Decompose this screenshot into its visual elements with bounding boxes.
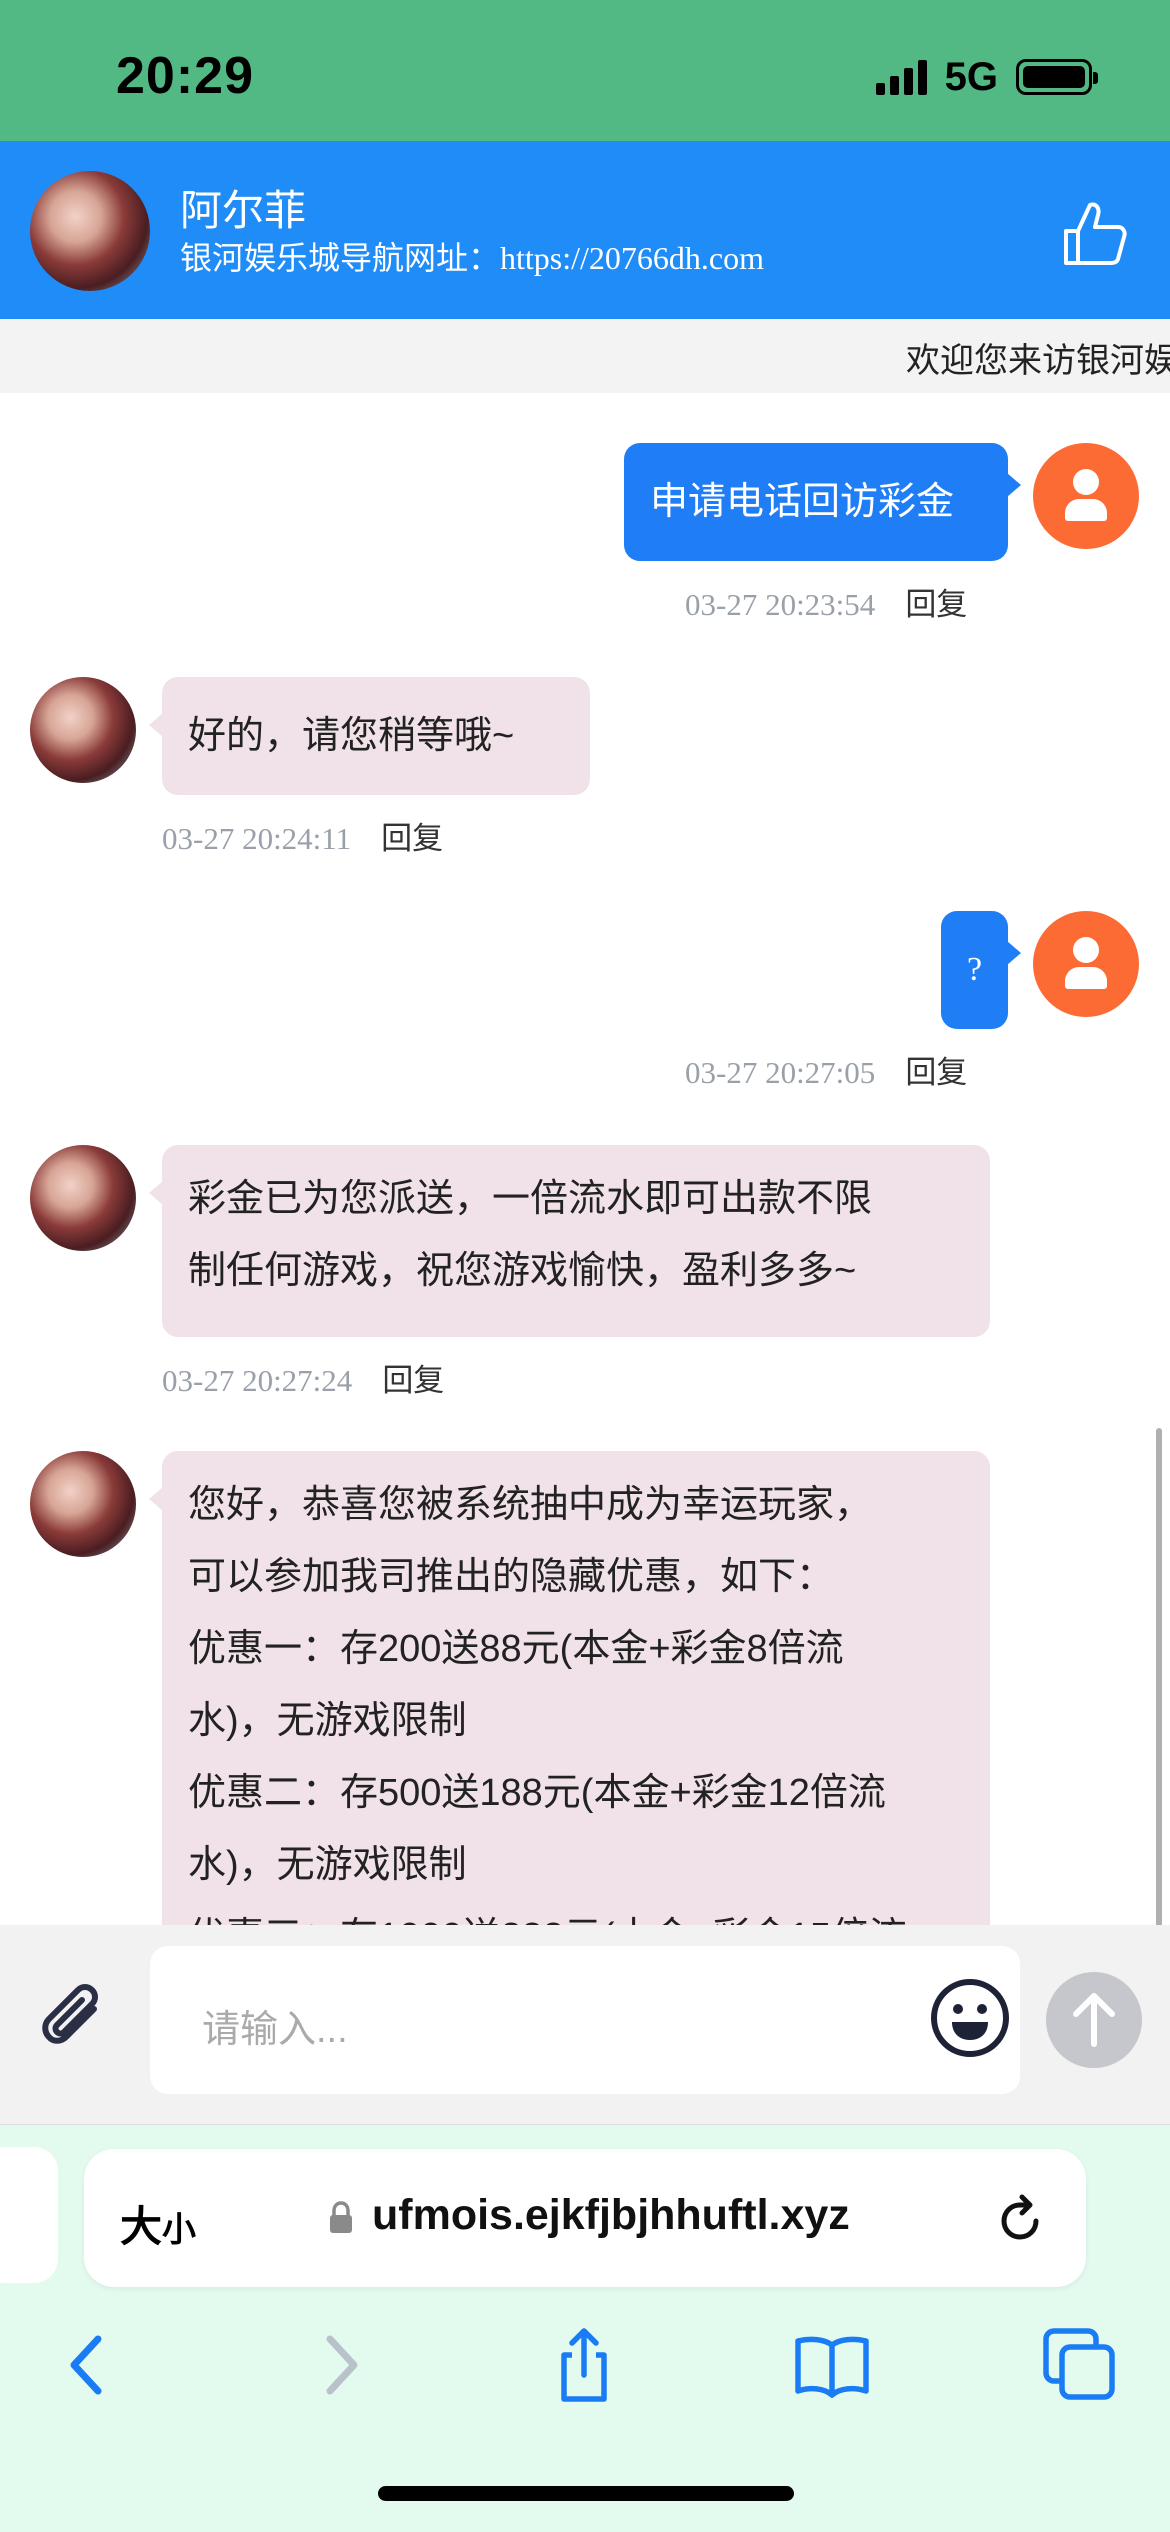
message-meta: 03-27 20:24:11 回复 (162, 813, 443, 858)
book-icon[interactable] (792, 2325, 872, 2405)
user-avatar (1033, 911, 1139, 1017)
reply-link[interactable]: 回复 (905, 1055, 967, 1090)
battery-icon (1016, 59, 1098, 95)
agent-avatar[interactable] (30, 171, 150, 291)
marquee-notice: 欢迎您来访银河娱 (0, 319, 1170, 393)
message-bubble-incoming[interactable]: 您好，恭喜您被系统抽中成为幸运玩家， 可以参加我司推出的隐藏优惠，如下： 优惠一… (149, 1451, 990, 1925)
browser-toolbar: 大小 ufmois.ejkfjbjhhuftl.xyz (0, 2125, 1170, 2532)
tabs-icon[interactable] (1040, 2325, 1120, 2405)
text-size-small: 小 (162, 2211, 197, 2249)
message-line: 可以参加我司推出的隐藏优惠，如下： (188, 1556, 835, 1598)
subtitle-label: 银河娱乐城导航网址： (180, 240, 501, 276)
message-time: 03-27 20:23:54 (685, 587, 876, 622)
network-type: 5G (944, 54, 998, 99)
message-meta: 03-27 20:27:05 回复 (685, 1047, 967, 1092)
message-line: 您好，恭喜您被系统抽中成为幸运玩家， (188, 1484, 873, 1526)
message-input-bar: 请输入... (0, 1925, 1170, 2125)
reply-link[interactable]: 回复 (382, 1363, 444, 1398)
message-line: 优惠二：存500送188元(本金+彩金12倍流 (188, 1772, 886, 1814)
text-size-large: 大 (120, 2203, 163, 2250)
message-time: 03-27 20:27:24 (162, 1363, 353, 1398)
message-meta: 03-27 20:27:24 回复 (162, 1355, 444, 1400)
status-bar: 20:29 5G (0, 0, 1170, 141)
lock-icon (330, 2201, 352, 2233)
chat-header: 阿尔菲 银河娱乐城导航网址：https://20766dh.com (0, 141, 1170, 319)
user-avatar (1033, 443, 1139, 549)
reply-link[interactable]: 回复 (381, 821, 443, 856)
thumbs-up-icon[interactable] (1062, 199, 1128, 269)
chat-area[interactable]: 申请电话回访彩金 03-27 20:23:54 回复 好的，请您稍等哦~ 03-2… (0, 393, 1170, 1925)
message-bubble-outgoing[interactable]: 申请电话回访彩金 (624, 443, 1021, 561)
input-placeholder: 请输入... (202, 2009, 348, 2051)
header-subtitle: 银河娱乐城导航网址：https://20766dh.com (180, 233, 764, 279)
share-icon[interactable] (544, 2325, 624, 2405)
previous-tab-peek[interactable] (0, 2147, 58, 2283)
message-line: 彩金已为您派送，一倍流水即可出款不限 (188, 1178, 873, 1220)
message-bubble-outgoing[interactable]: ? (941, 911, 1021, 1029)
message-line: 制任何游戏，祝您游戏愉快，盈利多多~ (188, 1250, 857, 1292)
message-text: 好的，请您稍等哦~ (188, 715, 515, 757)
message-bubble-incoming[interactable]: 彩金已为您派送，一倍流水即可出款不限 制任何游戏，祝您游戏愉快，盈利多多~ (149, 1145, 990, 1337)
agent-avatar (30, 1451, 136, 1557)
smiley-icon[interactable] (928, 1976, 1012, 2060)
paperclip-icon[interactable] (32, 1979, 118, 2065)
marquee-text: 欢迎您来访银河娱 (906, 342, 1170, 380)
signal-icon (875, 59, 927, 95)
message-line: 水)，无游戏限制 (188, 1844, 467, 1886)
send-button[interactable] (1046, 1972, 1142, 2068)
message-line: 优惠三：存1000送288元(本金+彩金15倍流 (188, 1901, 964, 1925)
message-bubble-incoming[interactable]: 好的，请您稍等哦~ (149, 677, 590, 795)
agent-name: 阿尔菲 (180, 187, 307, 234)
subtitle-url[interactable]: https://20766dh.com (500, 240, 764, 276)
text-size-button[interactable]: 大小 (120, 2193, 196, 2254)
message-line: 优惠一：存200送88元(本金+彩金8倍流 (188, 1628, 844, 1670)
agent-avatar (30, 1145, 136, 1251)
chat-scrollbar[interactable] (1156, 1428, 1162, 1925)
status-time: 20:29 (116, 47, 254, 105)
address-bar[interactable]: 大小 ufmois.ejkfjbjhhuftl.xyz (84, 2149, 1086, 2287)
home-indicator[interactable] (378, 2486, 794, 2501)
message-line: 水)，无游戏限制 (188, 1700, 467, 1742)
message-text: 申请电话回访彩金 (650, 481, 955, 523)
browser-nav (0, 2325, 1170, 2425)
message-input[interactable]: 请输入... (150, 1946, 1020, 2094)
message-time: 03-27 20:27:05 (685, 1055, 876, 1090)
message-text: ? (966, 951, 983, 988)
reply-link[interactable]: 回复 (905, 587, 967, 622)
reload-icon[interactable] (992, 2191, 1048, 2247)
url-text: ufmois.ejkfjbjhhuftl.xyz (372, 2191, 850, 2239)
chevron-left-icon[interactable] (48, 2325, 128, 2405)
message-meta: 03-27 20:23:54 回复 (685, 579, 967, 624)
message-time: 03-27 20:24:11 (162, 821, 352, 856)
chevron-right-icon[interactable] (300, 2325, 380, 2405)
agent-avatar (30, 677, 136, 783)
arrow-up-icon (1073, 1993, 1115, 2047)
status-icons: 5G (875, 52, 1098, 102)
